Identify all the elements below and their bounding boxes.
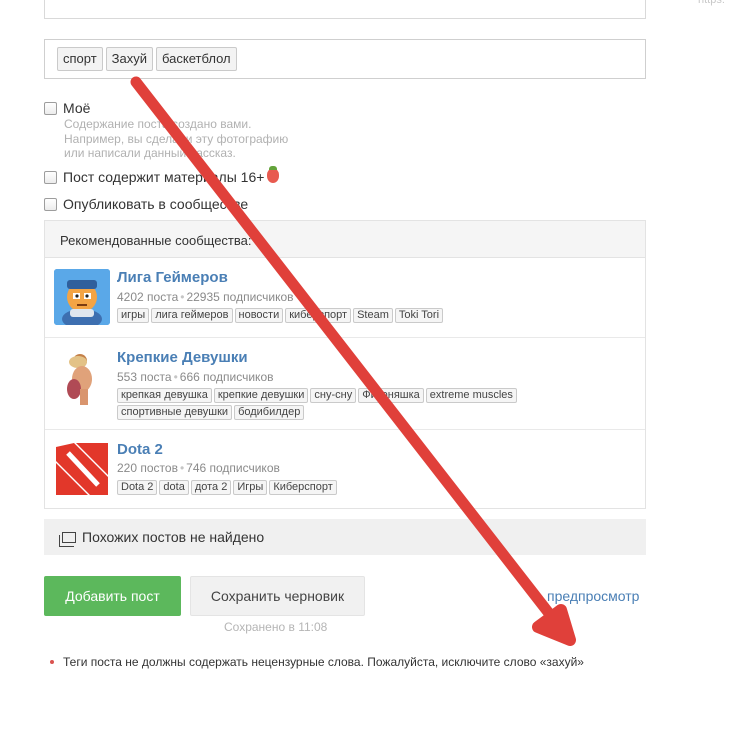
- community-tag[interactable]: спортивные девушки: [117, 405, 233, 420]
- saved-status: Сохранено в 11:08: [224, 620, 328, 634]
- subscriber-count: 746 подписчиков: [186, 461, 280, 475]
- subscriber-count: 666 подписчиков: [179, 370, 274, 384]
- save-draft-button[interactable]: Сохранить черновик: [190, 576, 365, 616]
- post-count: 553 поста: [117, 370, 172, 384]
- community-tag[interactable]: лига геймеров: [151, 308, 233, 323]
- tag-chip[interactable]: Захуй: [105, 47, 154, 71]
- post-count: 220 постов: [117, 461, 178, 475]
- arrow-head-icon: [532, 604, 576, 646]
- community-tag[interactable]: Фитоняшка: [358, 388, 424, 403]
- community-tags: игры лига геймеров новости киберспорт St…: [117, 308, 537, 323]
- community-item[interactable]: Лига Геймеров 4202 поста • 22935 подписчик…: [45, 258, 645, 338]
- mine-label: Моё: [63, 100, 91, 116]
- community-tag[interactable]: игры: [117, 308, 150, 323]
- strong-girls-avatar[interactable]: [54, 349, 110, 405]
- add-post-button[interactable]: Добавить пост: [44, 576, 181, 616]
- error-text: Теги поста не должны содержать нецензурн…: [63, 655, 584, 669]
- community-tag[interactable]: киберспорт: [285, 308, 352, 323]
- preview-link[interactable]: предпросмотр: [547, 588, 639, 604]
- tags-input[interactable]: спорт Захуй баскетблол: [44, 39, 646, 79]
- community-stats: 553 поста • 666 подписчиков: [117, 370, 274, 384]
- similar-posts-text: Похожих постов не найдено: [82, 529, 265, 545]
- similar-posts-panel: Похожих постов не найдено: [44, 519, 646, 555]
- community-option[interactable]: Опубликовать в сообществе: [44, 196, 248, 212]
- community-stats: 4202 поста • 22935 подписчиков: [117, 290, 294, 304]
- community-tag[interactable]: Toki Tori: [394, 308, 444, 323]
- community-tag[interactable]: extreme muscles: [425, 388, 517, 403]
- community-item[interactable]: Крепкие Девушки 553 поста • 666 подписчико…: [45, 338, 645, 430]
- community-tag[interactable]: Киберспорт: [269, 480, 337, 495]
- mine-option[interactable]: Моё: [44, 100, 90, 116]
- sidebar-url-hint: https:: [698, 0, 725, 6]
- gamers-league-avatar[interactable]: [54, 269, 110, 325]
- error-bullet-icon: [50, 660, 54, 664]
- community-tag[interactable]: крепкие девушки: [213, 388, 309, 403]
- subscriber-count: 22935 подписчиков: [186, 290, 294, 304]
- tag-chip[interactable]: спорт: [57, 47, 103, 71]
- community-tag[interactable]: Игры: [233, 480, 268, 495]
- community-tag[interactable]: новости: [234, 308, 284, 323]
- tag-chip[interactable]: баскетблол: [156, 47, 237, 71]
- community-tag[interactable]: Dota 2: [117, 480, 158, 495]
- community-checkbox[interactable]: [44, 198, 57, 211]
- community-name[interactable]: Dota 2: [117, 441, 163, 458]
- community-tag[interactable]: крепкая девушка: [117, 388, 212, 403]
- community-tag[interactable]: бодибилдер: [234, 405, 305, 420]
- recommended-communities: Рекомендованные сообщества: Лига Геймеро…: [44, 220, 646, 509]
- community-tags: крепкая девушка крепкие девушки сну-сну …: [117, 388, 537, 420]
- community-tags: Dota 2 dota дота 2 Игры Киберспорт: [117, 480, 537, 495]
- recommended-heading: Рекомендованные сообщества:: [45, 221, 645, 258]
- adult-checkbox[interactable]: [44, 171, 57, 184]
- community-tag[interactable]: сну-сну: [310, 388, 357, 403]
- community-tag[interactable]: dota: [159, 480, 189, 495]
- strawberry-icon: [267, 166, 280, 183]
- description-field[interactable]: [44, 0, 646, 19]
- posts-stack-icon: [59, 531, 76, 547]
- community-tag[interactable]: дота 2: [190, 480, 232, 495]
- mine-hint: Содержание поста создано вами. Например,…: [64, 117, 289, 160]
- error-message: Теги поста не должны содержать нецензурн…: [50, 655, 584, 669]
- post-count: 4202 поста: [117, 290, 179, 304]
- adult-label: Пост содержит материалы 16+: [63, 169, 265, 185]
- dota-2-avatar[interactable]: [54, 441, 110, 497]
- community-name[interactable]: Крепкие Девушки: [117, 349, 248, 366]
- community-stats: 220 постов • 746 подписчиков: [117, 461, 280, 475]
- community-name[interactable]: Лига Геймеров: [117, 269, 228, 286]
- community-label: Опубликовать в сообществе: [63, 196, 249, 212]
- community-tag[interactable]: Steam: [353, 308, 393, 323]
- adult-option[interactable]: Пост содержит материалы 16+: [44, 166, 280, 185]
- community-item[interactable]: Dota 2 220 постов • 746 подписчиков Dota 2…: [45, 430, 645, 508]
- mine-checkbox[interactable]: [44, 102, 57, 115]
